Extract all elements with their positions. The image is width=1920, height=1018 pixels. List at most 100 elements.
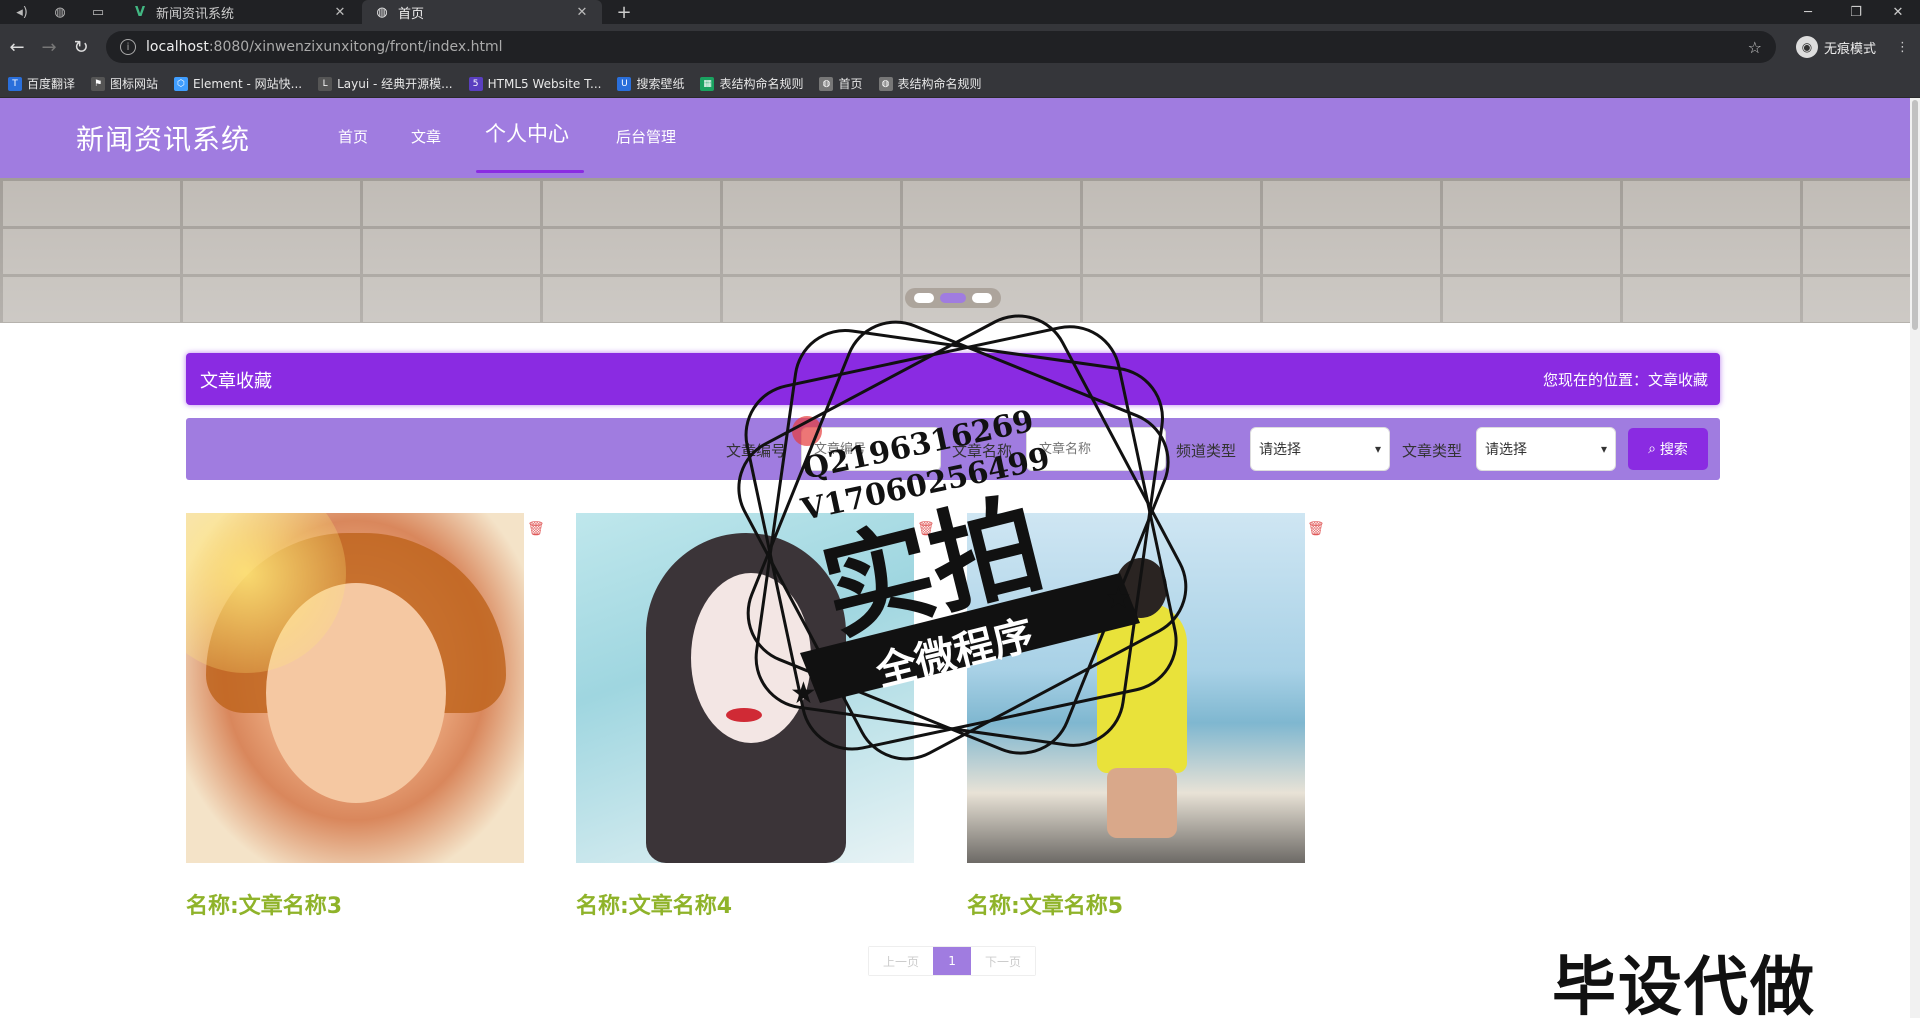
browser-toolbar: ← → ↻ i localhost:8080/xinwenzixunxitong… [0, 24, 1920, 70]
translate-icon: T [8, 76, 22, 91]
speaker-icon[interactable]: ◂) [6, 0, 38, 24]
search-button[interactable]: ⌕ 搜索 [1628, 428, 1708, 470]
search-bar: 文章编号 文章名称 频道类型 请选择 ▾ 文章类型 请选择 ▾ ⌕ 搜索 [186, 418, 1720, 480]
bookmark-item[interactable]: ◍ 首页 [819, 75, 863, 92]
globe-icon: ◍ [878, 76, 893, 91]
carousel-dot[interactable] [914, 293, 934, 303]
window-icon[interactable]: ▭ [82, 0, 114, 24]
search-button-label: 搜索 [1659, 442, 1688, 458]
sheet-icon: ▦ [700, 76, 715, 91]
article-name[interactable]: 名称:文章名称5 [967, 888, 1123, 920]
menu-icon[interactable]: ⋮ [1896, 40, 1909, 55]
flag-icon: ⚑ [91, 76, 106, 91]
nav-articles[interactable]: 文章 [411, 126, 441, 147]
search-icon: ⌕ [1648, 441, 1656, 457]
bookmark-item[interactable]: ▦ 表结构命名规则 [700, 75, 803, 92]
bookmark-item[interactable]: U 搜索壁纸 [617, 75, 684, 92]
article-name[interactable]: 名称:文章名称3 [186, 888, 342, 920]
restore-button[interactable]: ❐ [1834, 0, 1878, 24]
channel-type-label: 频道类型 [1176, 442, 1237, 460]
nav-home[interactable]: 首页 [338, 126, 368, 147]
trash-icon[interactable]: 🗑 [1307, 521, 1325, 537]
layui-icon: L [318, 76, 333, 91]
breadcrumb: 您现在的位置：文章收藏 [1542, 371, 1708, 389]
article-image[interactable] [576, 513, 914, 863]
cursor-highlight [792, 416, 822, 446]
minimize-button[interactable]: ─ [1786, 0, 1830, 24]
star-icon[interactable]: ☆ [1748, 38, 1762, 57]
page-viewport: 新闻资讯系统 首页 文章 个人中心 后台管理 文章收藏 您现在的位置：文章收藏 … [0, 98, 1920, 1018]
article-image[interactable] [186, 513, 524, 863]
url-path: :8080/xinwenzixunxitong/front/index.html [208, 39, 503, 55]
incognito-indicator[interactable]: ◉ 无痕模式 ⋮ [1796, 34, 1909, 60]
bookmark-label: Element - 网站快... [193, 77, 303, 91]
page-1-button[interactable]: 1 [933, 947, 972, 975]
url-host: localhost [146, 39, 209, 55]
prev-page-button[interactable]: 上一页 [869, 947, 934, 975]
back-button[interactable]: ← [4, 34, 30, 60]
bookmark-label: 百度翻译 [27, 77, 76, 91]
tab-news-system[interactable]: V 新闻资讯系统 ✕ [120, 0, 360, 24]
nav-personal-center[interactable]: 个人中心 [485, 118, 569, 148]
scrollbar-thumb[interactable] [1912, 100, 1918, 330]
incognito-icon: ◉ [1796, 36, 1818, 58]
bookmark-item[interactable]: ◍ 表结构命名规则 [878, 75, 982, 92]
carousel-dot-active[interactable] [940, 293, 966, 303]
nav-active-indicator [476, 170, 584, 173]
incognito-label: 无痕模式 [1824, 41, 1877, 57]
bookmark-item[interactable]: L Layui - 经典开源模... [318, 75, 453, 92]
forward-button[interactable]: → [36, 34, 62, 60]
article-name-input[interactable] [1026, 427, 1166, 471]
article-name-label: 文章名称 [952, 442, 1013, 460]
close-icon[interactable]: ✕ [332, 5, 348, 20]
globe-icon: ◍ [376, 4, 388, 20]
bookmark-label: 首页 [838, 77, 863, 91]
pagination: 上一页 1 下一页 [868, 946, 1037, 976]
bookmark-item[interactable]: ⚑ 图标网站 [91, 75, 158, 92]
new-tab-button[interactable]: + [610, 0, 638, 24]
section-title-bar: 文章收藏 您现在的位置：文章收藏 [186, 353, 1720, 405]
trash-icon[interactable]: 🗑 [917, 521, 935, 537]
select-value: 请选择 [1259, 442, 1301, 458]
bookmark-label: 搜索壁纸 [636, 77, 685, 91]
chevron-down-icon: ▾ [1600, 442, 1607, 456]
carousel-dot[interactable] [972, 293, 992, 303]
close-window-button[interactable]: ✕ [1876, 0, 1920, 24]
tab-home[interactable]: ◍ 首页 ✕ [362, 0, 602, 24]
browser-tab-bar: ◂) ◍ ▭ V 新闻资讯系统 ✕ ◍ 首页 ✕ + ─ ❐ ✕ [0, 0, 1920, 24]
page-scrollbar[interactable] [1910, 98, 1920, 1018]
carousel-indicators [905, 288, 1001, 308]
tab-title: 首页 [398, 6, 425, 22]
bookmark-item[interactable]: T 百度翻译 [8, 75, 75, 92]
bookmark-label: 图标网站 [110, 77, 159, 91]
info-icon[interactable]: i [120, 39, 136, 55]
bookmark-item[interactable]: 5 HTML5 Website T... [468, 76, 601, 91]
chevron-down-icon: ▾ [1374, 442, 1381, 456]
element-icon: ⬡ [174, 76, 189, 91]
article-image[interactable] [967, 513, 1305, 863]
banner-carousel [0, 178, 1910, 323]
bookmark-label: Layui - 经典开源模... [337, 77, 453, 91]
globe-icon[interactable]: ◍ [44, 0, 76, 24]
bookmarks-bar: T 百度翻译 ⚑ 图标网站 ⬡ Element - 网站快... L Layui - 经… [0, 70, 1920, 98]
wallpaper-icon: U [617, 76, 632, 91]
reload-button[interactable]: ↻ [68, 34, 94, 60]
url-bar[interactable]: i localhost:8080/xinwenzixunxitong/front… [106, 31, 1776, 63]
corner-watermark: 毕设代做 [1552, 951, 1816, 1018]
next-page-button[interactable]: 下一页 [971, 947, 1036, 975]
site-title: 新闻资讯系统 [76, 123, 251, 156]
close-icon[interactable]: ✕ [574, 5, 590, 20]
article-name[interactable]: 名称:文章名称4 [576, 888, 732, 920]
nav-admin[interactable]: 后台管理 [616, 126, 676, 147]
trash-icon[interactable]: 🗑 [527, 521, 545, 537]
tab-title: 新闻资讯系统 [156, 6, 235, 22]
select-value: 请选择 [1485, 442, 1527, 458]
section-title: 文章收藏 [200, 371, 272, 392]
bookmark-label: 表结构命名规则 [897, 77, 982, 91]
channel-type-select[interactable]: 请选择 ▾ [1250, 427, 1390, 471]
site-header: 新闻资讯系统 首页 文章 个人中心 后台管理 [0, 98, 1910, 178]
bookmark-item[interactable]: ⬡ Element - 网站快... [174, 75, 302, 92]
globe-icon: ◍ [819, 76, 834, 91]
article-type-select[interactable]: 请选择 ▾ [1476, 427, 1616, 471]
article-id-input[interactable] [801, 427, 941, 471]
